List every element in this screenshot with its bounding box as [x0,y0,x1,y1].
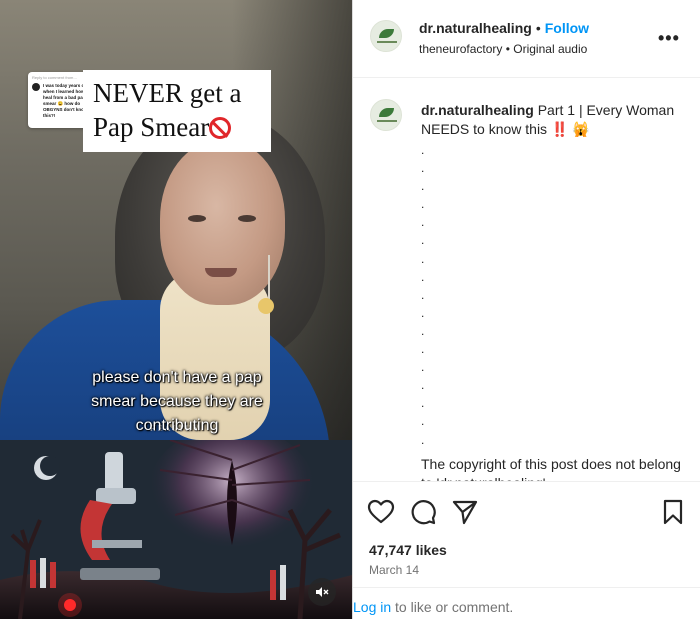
login-prompt-text: to like or comment. [391,599,514,615]
post-date[interactable]: March 14 [369,563,419,577]
speaker-muted-icon [316,587,329,597]
post-header: dr.naturalhealing • Follow theneurofactory… [353,0,700,78]
caption-author-avatar[interactable] [370,99,402,131]
post-caption: dr.naturalhealing Part 1 | Every Woman N… [421,101,683,139]
speaker-mouth [205,268,237,277]
more-options-icon[interactable]: ••• [658,28,680,49]
login-link[interactable]: Log in [353,599,391,615]
caption-dot: . [421,287,425,302]
headline-overlay: NEVER get a Pap Smear [83,70,271,152]
post-media[interactable]: Reply to comment from… I was today years… [0,0,352,619]
follow-button[interactable]: Follow [545,20,589,36]
headset-mic-wire [268,255,270,303]
caption-dot: . [421,305,425,320]
author-avatar[interactable] [370,20,402,52]
caption-dot: . [421,215,425,230]
weary-cat-emoji: 🙀 [572,121,590,137]
artwork-frame [0,440,352,619]
leaf-logo-icon [379,29,394,38]
caption-dot: . [421,342,425,357]
headset-mic [258,298,274,314]
likes-count[interactable]: 47,747 likes [369,542,447,558]
caption-dot: . [421,197,425,212]
speaker-eye-right [238,215,256,222]
headline-line-1: NEVER get a [93,78,242,108]
dark-lab-illustration [0,440,352,619]
caption-dot: . [421,233,425,248]
video-watermark: HEALTHY [150,424,202,433]
caption-dot: . [421,396,425,411]
caption-dot: . [421,269,425,284]
login-divider [353,587,700,588]
heart-icon[interactable] [367,498,395,526]
comment-avatar [32,83,40,91]
caption-dot: . [421,251,425,266]
header-title-row: dr.naturalhealing • Follow [419,20,589,36]
headline-line-2-text: Pap Smear [93,112,210,142]
double-exclamation-emoji: ‼️ [550,121,569,137]
mute-button[interactable] [308,578,336,606]
speaker-face [160,140,285,305]
prohibited-icon [209,117,232,139]
caption-dot: . [421,161,425,176]
caption-dot: . [421,323,425,338]
caption-dot: . [421,432,425,447]
copyright-notice: The copyright of this post does not belo… [421,456,681,481]
audio-line[interactable]: theneurofactory • Original audio [419,42,587,56]
post-actions: 47,747 likes March 14 Log in to like or … [353,481,700,619]
login-prompt: Log in to like or comment. [353,599,513,615]
comment-icon[interactable] [409,498,437,526]
leaf-logo-icon [379,108,394,117]
caption-dot: . [421,143,425,157]
post-side-panel: dr.naturalhealing • Follow theneurofactory… [353,0,700,619]
header-separator: • [535,20,541,36]
headline-line-2: Pap Smear [93,110,261,144]
logo-bar [377,41,397,43]
video-frame[interactable]: Reply to comment from… I was today years… [0,0,352,440]
share-icon[interactable] [451,498,479,526]
author-username[interactable]: dr.naturalhealing [419,20,532,36]
speaker-eye-left [188,215,206,222]
bookmark-icon[interactable] [659,498,687,526]
caption-dot-lines: . . . . . . . . . . . . . . . . . [421,141,441,449]
logo-bar [377,120,397,122]
caption-dot: . [421,378,425,393]
caption-dot: . [421,360,425,375]
post-caption-area[interactable]: dr.naturalhealing Part 1 | Every Woman N… [353,79,700,481]
caption-dot: . [421,179,425,194]
caption-dot: . [421,414,425,429]
caption-username[interactable]: dr.naturalhealing [421,102,534,118]
